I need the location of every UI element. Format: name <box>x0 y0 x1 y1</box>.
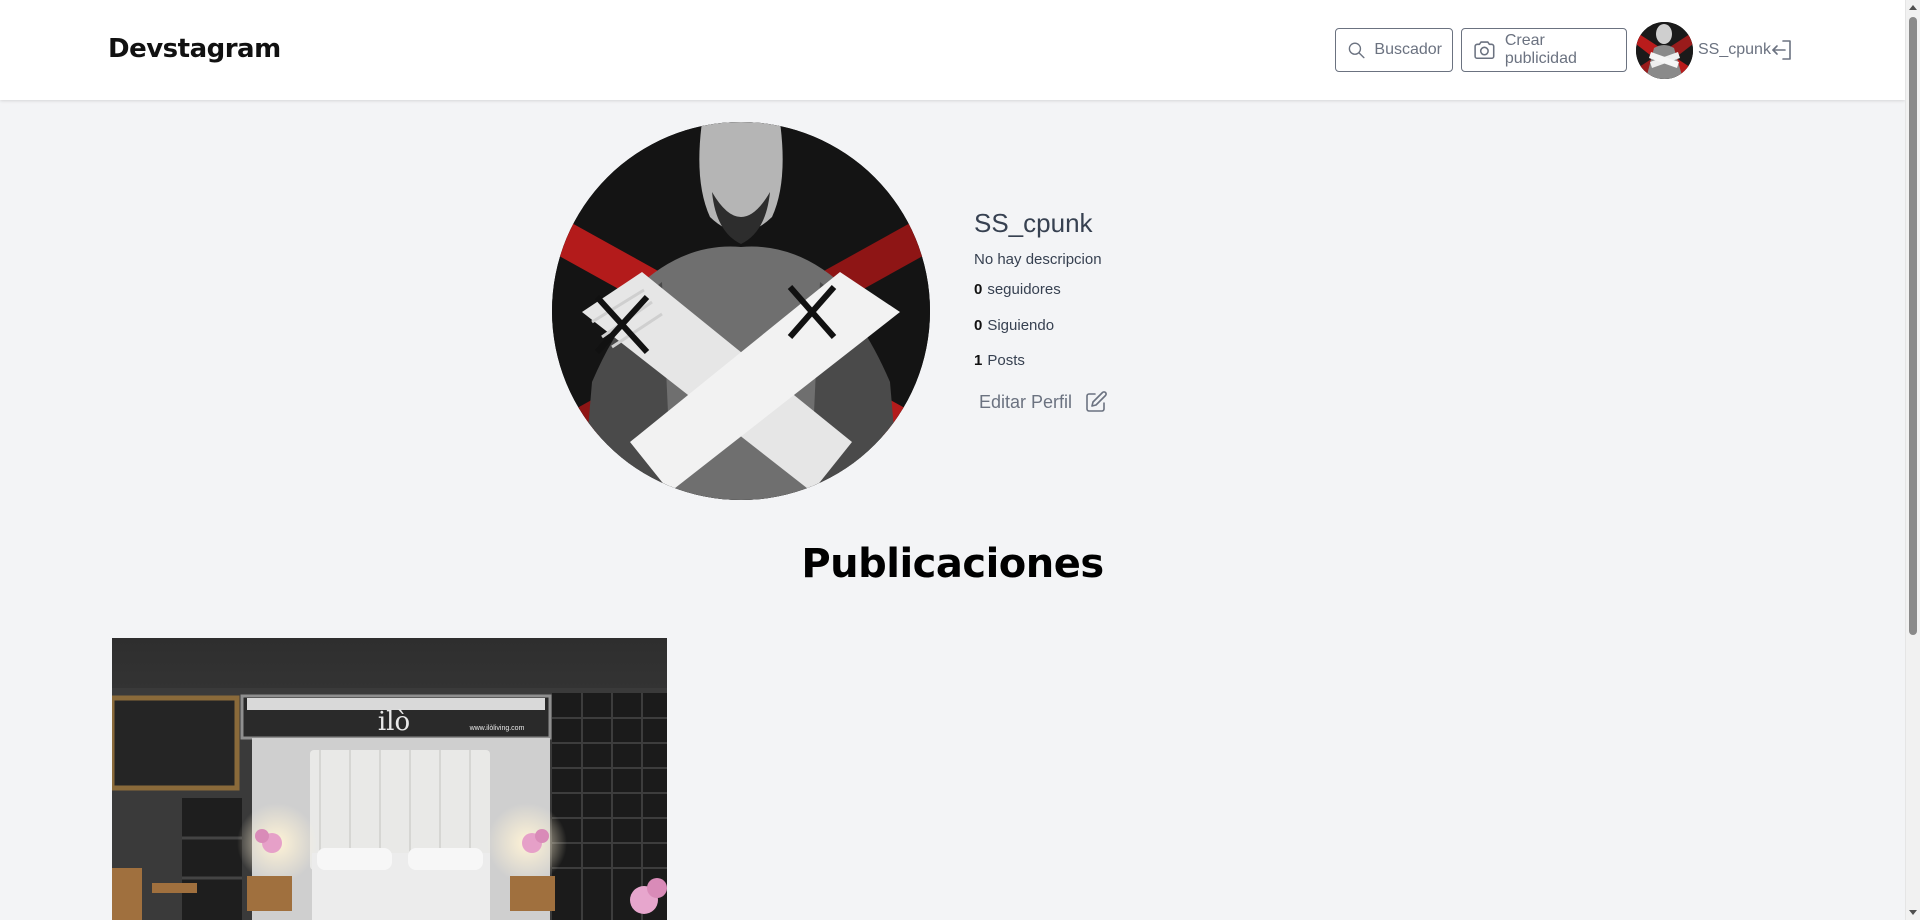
posts-count: 1 <box>974 352 983 369</box>
camera-icon <box>1474 41 1495 60</box>
edit-icon <box>1086 391 1107 412</box>
post-image: ilò www.ilòliving.com <box>112 638 667 920</box>
following-count: 0 <box>974 317 983 334</box>
search-icon <box>1348 42 1365 59</box>
profile-picture <box>552 122 930 500</box>
posts-label: Posts <box>987 352 1025 369</box>
search-button-label: Buscador <box>1374 41 1442 58</box>
post-thumbnail[interactable]: ilò www.ilòliving.com <box>112 638 667 920</box>
posts-stat: 1 Posts <box>974 352 1025 369</box>
followers-count: 0 <box>974 281 983 298</box>
svg-text:www.ilòliving.com: www.ilòliving.com <box>469 725 525 732</box>
create-post-label: Crear publicidad <box>1504 32 1577 67</box>
profile-username: SS_cpunk <box>974 208 1093 238</box>
publications-heading: Publicaciones <box>801 541 1104 587</box>
svg-text:ilò: ilò <box>378 707 410 737</box>
followers-stat[interactable]: 0 seguidores <box>974 281 1061 298</box>
brand-logo[interactable]: Devstagram <box>108 34 281 64</box>
top-navbar: Devstagram Buscador Crear publicidad SS_… <box>0 0 1905 100</box>
scrollbar-thumb[interactable] <box>1909 17 1917 635</box>
following-stat[interactable]: 0 Siguiendo <box>974 317 1054 334</box>
vertical-scrollbar[interactable] <box>1905 0 1920 920</box>
followers-label: seguidores <box>987 281 1061 298</box>
scroll-up-arrow-icon[interactable] <box>1909 5 1917 10</box>
avatar-image <box>1636 22 1693 79</box>
following-label: Siguiendo <box>987 317 1055 334</box>
search-button[interactable]: Buscador <box>1335 28 1453 72</box>
nav-username[interactable]: SS_cpunk <box>1698 41 1771 59</box>
profile-image <box>552 122 930 500</box>
create-post-button[interactable]: Crear publicidad <box>1461 28 1627 72</box>
edit-profile-label: Editar Perfil <box>979 391 1073 412</box>
profile-description: No hay descripcion <box>974 251 1102 268</box>
logout-icon[interactable] <box>1770 37 1794 63</box>
user-avatar[interactable] <box>1636 22 1693 79</box>
scroll-down-arrow-icon[interactable] <box>1909 910 1917 915</box>
edit-profile-button[interactable]: Editar Perfil <box>979 390 1108 414</box>
